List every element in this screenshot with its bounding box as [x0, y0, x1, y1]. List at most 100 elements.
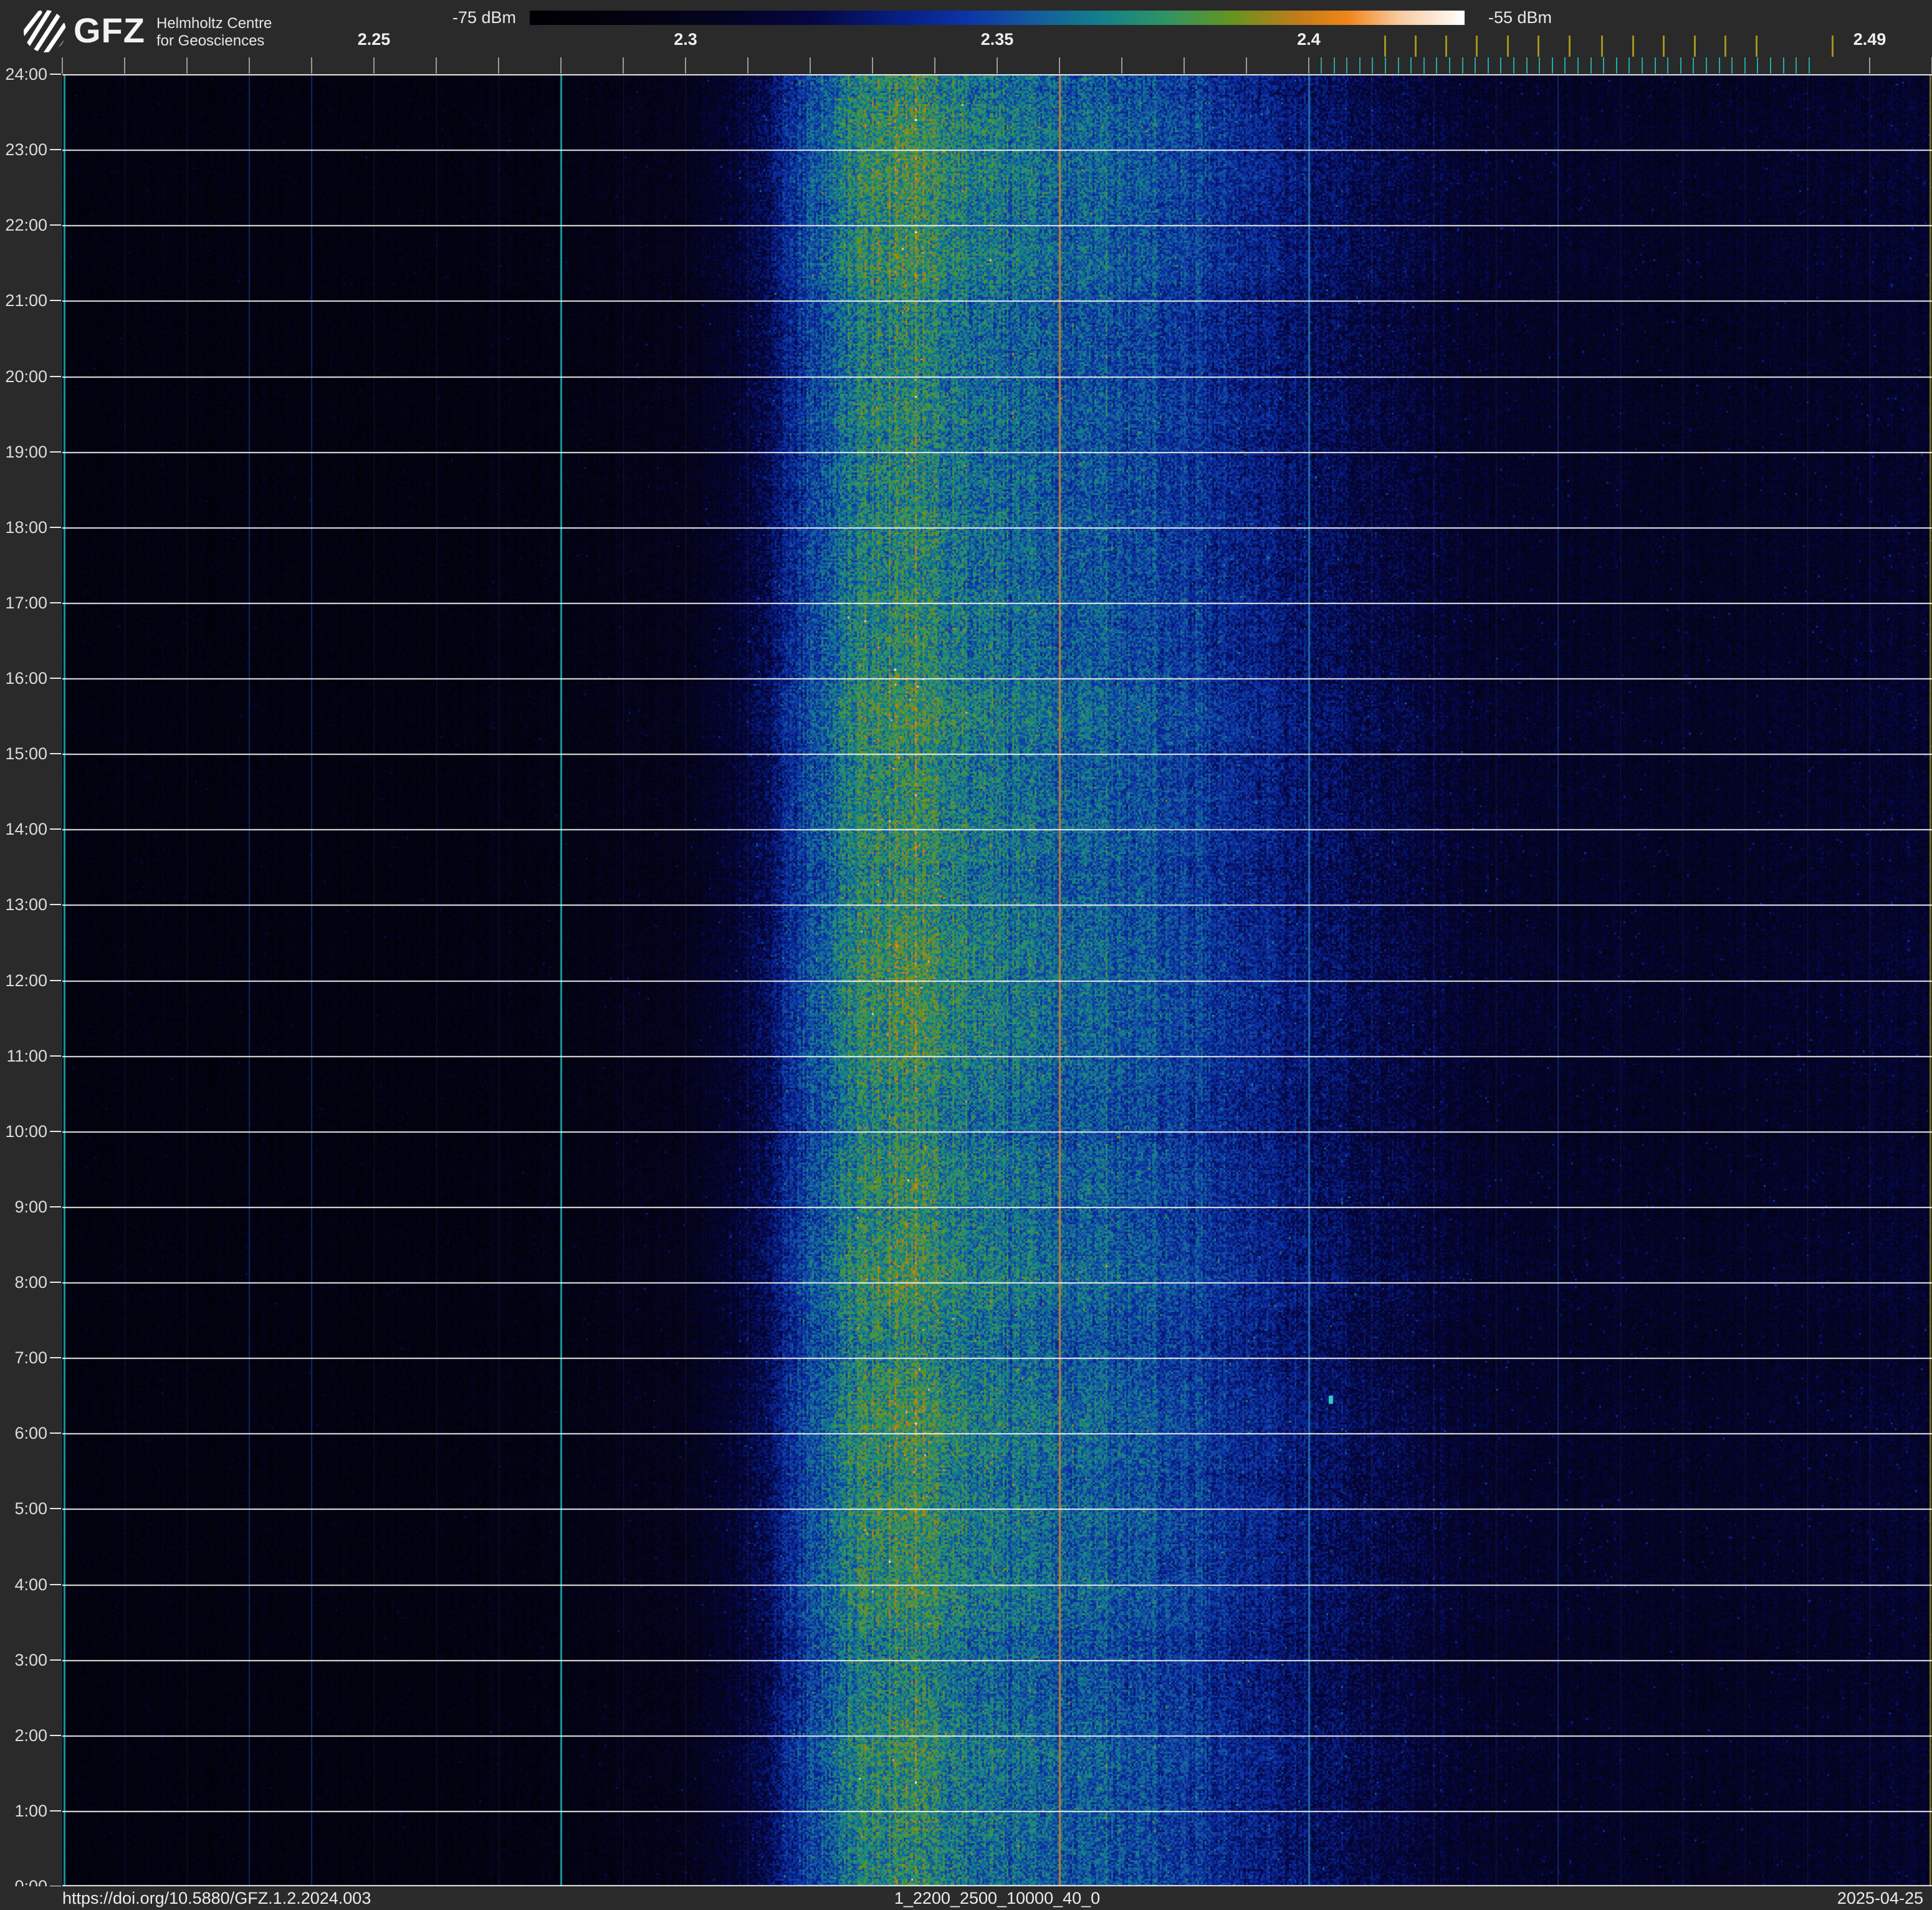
channel-tick-cyan	[1564, 57, 1566, 74]
channel-tick-cyan	[1475, 57, 1476, 74]
time-tick-label: 5:00	[0, 1500, 47, 1517]
freq-minor-tick	[685, 57, 686, 74]
footer-bar: https://doi.org/10.5880/GFZ.1.2.2024.003…	[0, 1886, 1932, 1910]
freq-minor-tick	[1246, 57, 1247, 74]
channel-tick-cyan	[1423, 57, 1425, 74]
spectrogram-page: { "header": { "logo": { "acronym": "GFZ"…	[0, 0, 1932, 1910]
freq-minor-tick	[1869, 57, 1870, 74]
time-tick-dash	[50, 1432, 61, 1434]
freq-minor-tick	[934, 57, 935, 74]
channel-tick-yellow	[1694, 36, 1696, 57]
channel-tick-yellow	[1415, 36, 1417, 57]
time-tick-dash	[50, 1206, 61, 1207]
time-tick-dash	[50, 1584, 61, 1585]
doi-link[interactable]: https://doi.org/10.5880/GFZ.1.2.2024.003	[62, 1889, 371, 1908]
time-tick-label: 18:00	[0, 519, 47, 536]
time-tick-label: 21:00	[0, 292, 47, 309]
channel-tick-cyan	[1513, 57, 1514, 74]
channel-tick-yellow	[1601, 36, 1603, 57]
channel-tick-cyan	[1552, 57, 1553, 74]
channel-tick-cyan	[1731, 57, 1733, 74]
footer-date: 2025-04-25	[1837, 1889, 1923, 1908]
channel-tick-yellow	[1569, 36, 1571, 57]
freq-tick-label: 2.3	[674, 30, 697, 49]
time-tick-dash	[50, 1810, 61, 1812]
channel-tick-cyan	[1616, 57, 1617, 74]
channel-tick-cyan	[1770, 57, 1771, 74]
channel-tick-cyan	[1655, 57, 1656, 74]
time-tick-label: 2:00	[0, 1727, 47, 1744]
time-tick-dash	[50, 300, 61, 301]
channel-tick-yellow	[1445, 36, 1447, 57]
time-tick-dash	[50, 753, 61, 754]
channel-tick-cyan	[1385, 57, 1386, 74]
channel-tick-cyan	[1757, 57, 1758, 74]
channel-tick-cyan	[1539, 57, 1540, 74]
time-tick-label: 15:00	[0, 745, 47, 762]
channel-tick-cyan	[1359, 57, 1361, 74]
freq-minor-tick	[186, 57, 188, 74]
channel-tick-cyan	[1603, 57, 1604, 74]
channel-tick-yellow	[1537, 36, 1539, 57]
channel-tick-yellow	[1663, 36, 1665, 57]
channel-tick-cyan	[1321, 57, 1322, 74]
time-tick-label: 4:00	[0, 1576, 47, 1593]
channel-tick-yellow	[1507, 36, 1509, 57]
channel-tick-cyan	[1796, 57, 1797, 74]
time-tick-dash	[50, 74, 61, 75]
time-tick-label: 13:00	[0, 896, 47, 913]
channel-tick-cyan	[1526, 57, 1528, 74]
time-tick-dash	[50, 904, 61, 905]
time-tick-label: 23:00	[0, 141, 47, 158]
freq-minor-tick	[436, 57, 437, 74]
channel-tick-yellow	[1756, 36, 1757, 57]
time-tick-label: 12:00	[0, 972, 47, 989]
channel-tick-cyan	[1462, 57, 1463, 74]
time-tick-dash	[50, 451, 61, 453]
time-tick-label: 19:00	[0, 443, 47, 461]
channel-tick-cyan	[1809, 57, 1810, 74]
channel-tick-cyan	[1372, 57, 1373, 74]
channel-tick-cyan	[1783, 57, 1784, 74]
time-tick-label: 24:00	[0, 65, 47, 83]
time-tick-dash	[50, 1508, 61, 1509]
freq-minor-tick	[1184, 57, 1185, 74]
time-tick-label: 8:00	[0, 1274, 47, 1291]
time-tick-dash	[50, 149, 61, 150]
freq-minor-tick	[124, 57, 125, 74]
time-tick-label: 20:00	[0, 368, 47, 385]
freq-tick-label: 2.25	[358, 30, 391, 49]
time-tick-label: 7:00	[0, 1349, 47, 1366]
channel-tick-cyan	[1334, 57, 1335, 74]
channel-tick-cyan	[1642, 57, 1643, 74]
channel-tick-cyan	[1744, 57, 1746, 74]
channel-tick-cyan	[1719, 57, 1720, 74]
time-tick-label: 10:00	[0, 1123, 47, 1140]
channel-tick-yellow	[1476, 36, 1478, 57]
channel-tick-cyan	[1398, 57, 1399, 74]
time-tick-label: 1:00	[0, 1802, 47, 1820]
freq-minor-tick	[498, 57, 499, 74]
channel-tick-cyan	[1667, 57, 1668, 74]
time-tick-dash	[50, 1735, 61, 1736]
time-tick-dash	[50, 980, 61, 981]
time-tick-dash	[50, 224, 61, 226]
freq-tick-label: 2.4	[1297, 30, 1321, 49]
time-tick-dash	[50, 527, 61, 528]
spectrogram-canvas	[62, 74, 1932, 1886]
channel-tick-cyan	[1346, 57, 1347, 74]
time-tick-label: 16:00	[0, 669, 47, 687]
time-tick-label: 14:00	[0, 820, 47, 838]
channel-tick-cyan	[1693, 57, 1694, 74]
freq-minor-tick	[997, 57, 998, 74]
freq-minor-tick	[747, 57, 748, 74]
channel-tick-cyan	[1680, 57, 1681, 74]
freq-tick-label: 2.35	[981, 30, 1014, 49]
time-tick-dash	[50, 1055, 61, 1057]
channel-tick-cyan	[1436, 57, 1437, 74]
channel-tick-yellow	[1384, 36, 1386, 57]
time-axis: 24:0023:0022:0021:0020:0019:0018:0017:00…	[0, 0, 62, 1910]
time-tick-dash	[50, 1282, 61, 1283]
time-tick-label: 3:00	[0, 1651, 47, 1669]
dataset-name: 1_2200_2500_10000_40_0	[894, 1889, 1100, 1908]
